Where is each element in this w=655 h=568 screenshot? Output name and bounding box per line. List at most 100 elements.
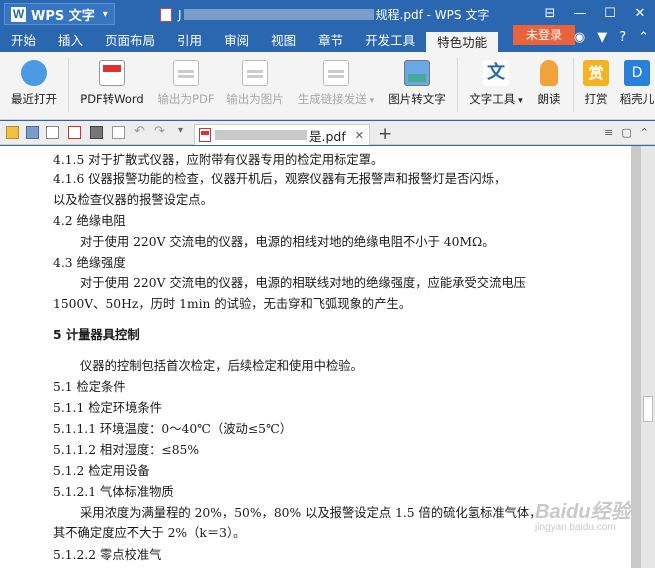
- text-line: 4.3 绝缘强度: [53, 256, 126, 270]
- export-pdf-icon: [173, 60, 199, 86]
- text-line: 5.1.1 检定环境条件: [53, 401, 162, 415]
- generate-link-button[interactable]: 生成链接发送 ▾: [293, 58, 379, 114]
- window-icon[interactable]: ▢: [621, 126, 631, 139]
- reward-icon: 赏: [583, 60, 609, 86]
- window-title-suffix: 规程.pdf - WPS 文字: [375, 8, 490, 22]
- tab-page-layout[interactable]: 页面布局: [94, 30, 166, 52]
- chevron-down-icon[interactable]: ▾: [178, 125, 183, 136]
- close-tab-icon[interactable]: ✕: [355, 129, 364, 142]
- text-tools-label: 文字工具: [469, 92, 516, 106]
- pdf-file-icon: [199, 128, 211, 142]
- export-pdf-small-icon[interactable]: [68, 126, 81, 139]
- login-button[interactable]: 未登录: [513, 25, 575, 45]
- tab-insert[interactable]: 插入: [47, 30, 94, 52]
- text-line: 4.1.5 对于扩散式仪器，应附带有仪器专用的检定用标定罩。: [53, 153, 384, 167]
- maximize-icon[interactable]: ☐: [595, 0, 625, 28]
- recent-open-button[interactable]: 最近打开: [6, 58, 62, 114]
- text-line: 5.1.2.2 零点校准气: [53, 548, 162, 562]
- tab-home[interactable]: 开始: [0, 30, 47, 52]
- menu-right-icons: ◉ ▼ ? ⌃: [574, 30, 649, 45]
- chevron-down-icon: ▾: [366, 96, 375, 106]
- collapse-icon[interactable]: ⌃: [640, 126, 649, 139]
- ribbon-toolbar: 最近打开 PDF转Word 输出为PDF 输出为图片 生成链接发送 ▾ 图片转文…: [0, 52, 655, 120]
- wps-logo-icon: W: [11, 6, 26, 22]
- microphone-icon: [540, 60, 558, 86]
- restore-icon[interactable]: ⊟: [535, 0, 565, 28]
- divider: [573, 58, 574, 112]
- recent-open-label: 最近打开: [11, 92, 57, 106]
- cloud-icon: [21, 60, 47, 86]
- text-line: 对于使用 220V 交流电的仪器，电源的相联线对地的绝缘强度，应能承受交流电压: [80, 276, 526, 290]
- text-line: 4.1.6 仪器报警功能的检查，仪器开机后，观察仪器有无报警声和报警灯是否闪烁，: [53, 172, 507, 186]
- share-link-icon: [323, 60, 349, 86]
- text-tools-icon: 文: [483, 60, 509, 86]
- text-line: 1500V、50Hz，历时 1min 的试验，无击穿和飞弧现象的产生。: [53, 297, 412, 311]
- text-line: 5.1.1.2 相对湿度：≤85%: [53, 443, 200, 457]
- tab-review[interactable]: 审阅: [213, 30, 260, 52]
- export-pdf-label: 输出为PDF: [157, 92, 215, 106]
- vertical-scrollbar[interactable]: [641, 146, 655, 568]
- skin-icon[interactable]: ◉: [574, 30, 585, 45]
- redacted-filename: [215, 130, 307, 140]
- window-title-prefix: J: [178, 7, 182, 22]
- text-line: 5.1.2 检定用设备: [53, 464, 150, 478]
- new-tab-icon[interactable]: +: [378, 124, 392, 144]
- tab-chapter[interactable]: 章节: [307, 30, 354, 52]
- read-aloud-button[interactable]: 朗读: [532, 58, 566, 114]
- tab-references[interactable]: 引用: [166, 30, 213, 52]
- tab-developer[interactable]: 开发工具: [354, 30, 426, 52]
- divider: [68, 58, 69, 112]
- document-tab[interactable]: 是.pdf ✕: [194, 124, 370, 145]
- save-as-icon[interactable]: [46, 126, 59, 139]
- reward-button[interactable]: 赏 打赏: [580, 58, 612, 114]
- undo-icon[interactable]: ↶: [134, 124, 145, 139]
- pdf-to-word-button[interactable]: PDF转Word: [76, 58, 148, 114]
- shell-button[interactable]: D 稻壳儿: [619, 58, 655, 114]
- print-icon[interactable]: [90, 126, 103, 139]
- app-menu-button[interactable]: W WPS 文字 ▾: [4, 3, 115, 25]
- export-image-icon: [242, 60, 268, 86]
- text-line: 采用浓度为满量程的 20%，50%，80% 以及报警设定点 1.5 倍的硫化氢标…: [80, 506, 542, 520]
- export-image-button[interactable]: 输出为图片: [222, 58, 288, 114]
- close-icon[interactable]: ✕: [625, 0, 655, 28]
- shell-label: 稻壳儿: [619, 92, 655, 106]
- text-line: 以及检查仪器的报警设定点。: [53, 193, 213, 207]
- window-controls: ⊟ — ☐ ✕: [535, 0, 655, 28]
- pdf-to-word-label: PDF转Word: [80, 92, 144, 106]
- shell-icon: D: [624, 60, 650, 86]
- image-to-text-button[interactable]: 图片转文字: [384, 58, 450, 114]
- tab-view[interactable]: 视图: [260, 30, 307, 52]
- redacted-filename: [183, 9, 374, 20]
- quick-access-right: ≡ ▢ ⌃: [604, 126, 649, 139]
- export-image-label: 输出为图片: [226, 92, 284, 106]
- section-heading: 5 计量器具控制: [53, 328, 140, 342]
- watermark-logo: Baidu经验: [535, 501, 631, 523]
- app-name: WPS 文字: [31, 8, 95, 24]
- title-bar: W WPS 文字 ▾ J 规程.pdf - WPS 文字 ⊟ — ☐ ✕: [0, 0, 655, 28]
- scrollbar-thumb[interactable]: [643, 396, 653, 422]
- pdf-to-word-icon: [99, 60, 125, 86]
- redo-icon[interactable]: ↷: [154, 124, 165, 139]
- watermark: Baidu经验 jingyan.baidu.com: [535, 495, 631, 533]
- text-line: 仪器的控制包括首次检定，后续检定和使用中检验。: [80, 359, 363, 373]
- collapse-icon[interactable]: ⌃: [638, 30, 649, 45]
- print-preview-icon[interactable]: [112, 126, 125, 139]
- text-tools-button[interactable]: 文 文字工具 ▾: [465, 58, 527, 114]
- window-title: J 规程.pdf - WPS 文字: [160, 6, 489, 23]
- minimize-icon[interactable]: —: [565, 0, 595, 28]
- pdf-file-icon: [160, 7, 172, 22]
- open-folder-icon[interactable]: [6, 126, 19, 139]
- text-line: 4.2 绝缘电阻: [53, 214, 126, 228]
- text-line: 5.1.1.1 环境温度：0～40℃（波动≤5℃）: [53, 422, 293, 436]
- image-to-text-label: 图片转文字: [388, 92, 446, 106]
- list-icon[interactable]: ≡: [604, 126, 613, 139]
- help-icon[interactable]: ?: [619, 30, 626, 45]
- save-icon[interactable]: [26, 126, 39, 139]
- text-line: 其不确定度应不大于 2%（k＝3）。: [53, 526, 246, 540]
- reward-label: 打赏: [584, 92, 608, 106]
- tab-special-features[interactable]: 特色功能: [426, 30, 499, 52]
- chevron-down-icon: ▾: [515, 96, 523, 106]
- export-pdf-button[interactable]: 输出为PDF: [154, 58, 218, 114]
- text-line: 5.1 检定条件: [53, 380, 126, 394]
- shirt-icon[interactable]: ▼: [597, 30, 607, 45]
